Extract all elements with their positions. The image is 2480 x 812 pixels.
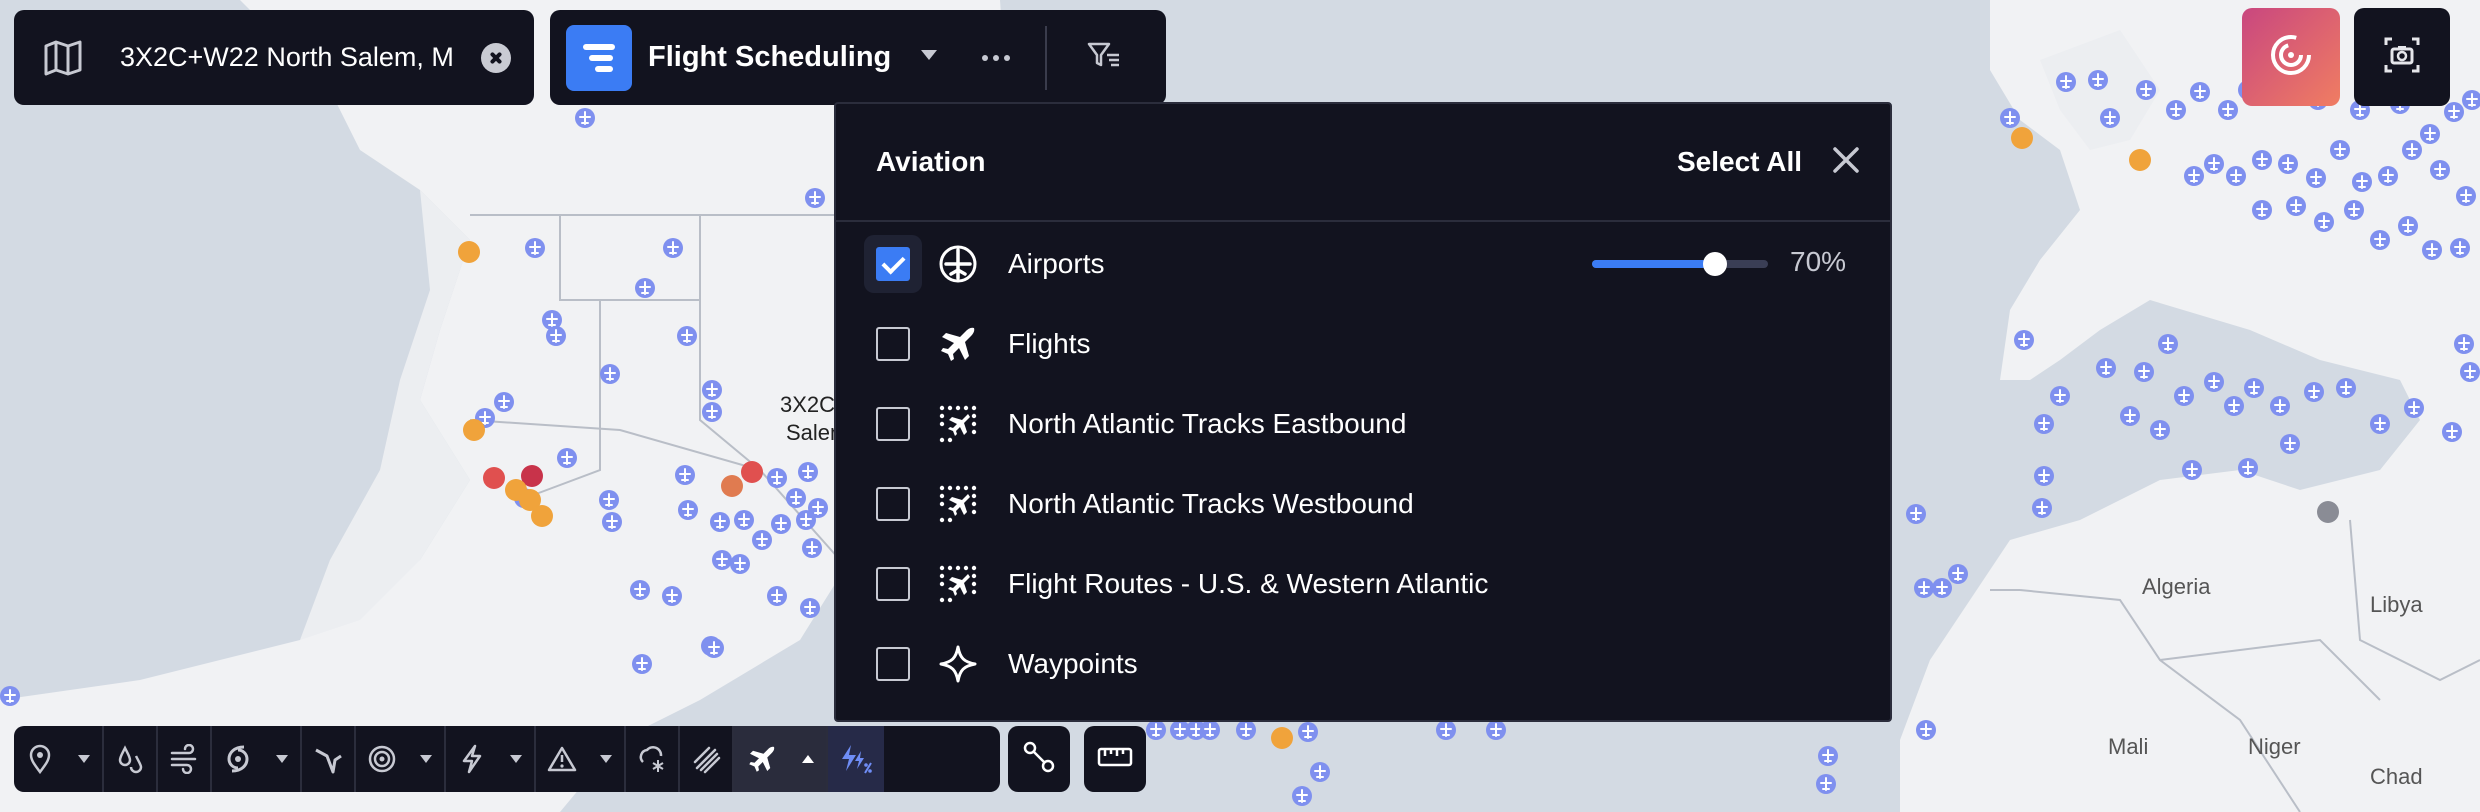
hurricane-icon[interactable] xyxy=(212,726,264,792)
layer-row-flight-routes[interactable]: Flight Routes - U.S. & Western Atlantic xyxy=(836,544,1890,624)
panel-header: Aviation Select All xyxy=(836,104,1890,222)
checkbox-nat-eastbound[interactable] xyxy=(876,407,910,441)
divider xyxy=(1045,25,1048,90)
camera-icon xyxy=(2382,35,2422,80)
chevron-down-icon[interactable] xyxy=(408,726,444,792)
layer-row-airports[interactable]: Airports 70% xyxy=(836,224,1890,304)
route-tool-button[interactable] xyxy=(1008,726,1070,792)
ruler-icon xyxy=(1097,745,1133,774)
airport-icon xyxy=(936,242,980,286)
layer-label: North Atlantic Tracks Westbound xyxy=(1008,488,1414,519)
map-label-partial-1: 3X2C xyxy=(780,392,835,417)
location-text[interactable]: 3X2C+W22 North Salem, M xyxy=(120,42,465,73)
waypoint-icon xyxy=(936,642,980,686)
country-label-libya: Libya xyxy=(2370,592,2423,617)
chevron-down-icon[interactable] xyxy=(588,726,624,792)
layer-row-nat-westbound[interactable]: North Atlantic Tracks Westbound xyxy=(836,464,1890,544)
checkbox-flight-routes[interactable] xyxy=(876,567,910,601)
layer-label: Flight Routes - U.S. & Western Atlantic xyxy=(1008,568,1489,599)
checkbox-waypoints[interactable] xyxy=(876,647,910,681)
plane-icon xyxy=(936,322,980,366)
layer-row-waypoints[interactable]: Waypoints xyxy=(836,624,1890,704)
aviation-layer-panel: Aviation Select All Airports 70% Flights… xyxy=(834,102,1892,722)
layers-logo-icon xyxy=(566,24,632,91)
country-label-niger: Niger xyxy=(2248,734,2301,759)
more-options-icon[interactable] xyxy=(981,49,1011,67)
checkbox-flights[interactable] xyxy=(876,327,910,361)
opacity-value: 70% xyxy=(1790,246,1847,277)
lightning-icon[interactable] xyxy=(446,726,498,792)
precipitation-icon[interactable] xyxy=(104,726,156,792)
chevron-up-icon[interactable] xyxy=(790,726,826,792)
warning-icon[interactable] xyxy=(536,726,588,792)
layer-label: Airports xyxy=(1008,248,1105,279)
swirl-logo-icon xyxy=(2267,31,2315,84)
country-label-mali: Mali xyxy=(2108,734,2148,759)
track-icon xyxy=(936,482,980,526)
ai-assistant-button[interactable] xyxy=(2242,8,2340,106)
opacity-slider[interactable] xyxy=(1592,252,1768,276)
aviation-layer-toggle[interactable] xyxy=(734,726,790,792)
opacity-slider-fill xyxy=(1592,260,1716,268)
layer-group-selector[interactable]: Flight Scheduling xyxy=(550,10,1166,105)
storm-track-icon[interactable] xyxy=(302,726,354,792)
close-icon[interactable] xyxy=(1832,146,1860,179)
map-pin-icon[interactable] xyxy=(42,36,86,80)
chevron-down-icon[interactable] xyxy=(498,726,534,792)
select-all-button[interactable]: Select All xyxy=(1677,146,1802,178)
layer-label: North Atlantic Tracks Eastbound xyxy=(1008,408,1407,439)
chevron-down-icon[interactable] xyxy=(264,726,300,792)
winter-weather-icon[interactable] xyxy=(626,726,678,792)
radar-icon[interactable] xyxy=(356,726,408,792)
wind-icon[interactable] xyxy=(158,726,210,792)
lightning-percent-icon[interactable] xyxy=(828,726,884,792)
panel-title: Aviation xyxy=(876,146,986,177)
layer-toolbar xyxy=(14,726,1000,792)
satellite-icon[interactable] xyxy=(680,726,732,792)
chevron-down-icon[interactable] xyxy=(919,48,939,67)
clear-location-icon[interactable] xyxy=(481,42,511,73)
track-icon xyxy=(936,402,980,446)
layer-row-flights[interactable]: Flights xyxy=(836,304,1890,384)
checkbox-nat-westbound[interactable] xyxy=(876,487,910,521)
country-label-chad: Chad xyxy=(2370,764,2423,789)
layer-group-title[interactable]: Flight Scheduling xyxy=(648,41,891,74)
layer-row-nat-eastbound[interactable]: North Atlantic Tracks Eastbound xyxy=(836,384,1890,464)
location-search[interactable]: 3X2C+W22 North Salem, M xyxy=(14,10,534,105)
opacity-slider-thumb[interactable] xyxy=(1703,252,1728,276)
country-label-algeria: Algeria xyxy=(2142,574,2211,599)
measure-tool-button[interactable] xyxy=(1084,726,1146,792)
route-tool-icon xyxy=(1022,740,1056,779)
screenshot-button[interactable] xyxy=(2354,8,2450,106)
layer-label: Waypoints xyxy=(1008,648,1138,679)
location-pin-icon[interactable] xyxy=(14,726,66,792)
layer-label: Flights xyxy=(1008,328,1091,359)
chevron-down-icon[interactable] xyxy=(66,726,102,792)
filter-icon[interactable] xyxy=(1087,41,1121,74)
route-icon xyxy=(936,562,980,606)
checkbox-airports[interactable] xyxy=(876,247,910,281)
